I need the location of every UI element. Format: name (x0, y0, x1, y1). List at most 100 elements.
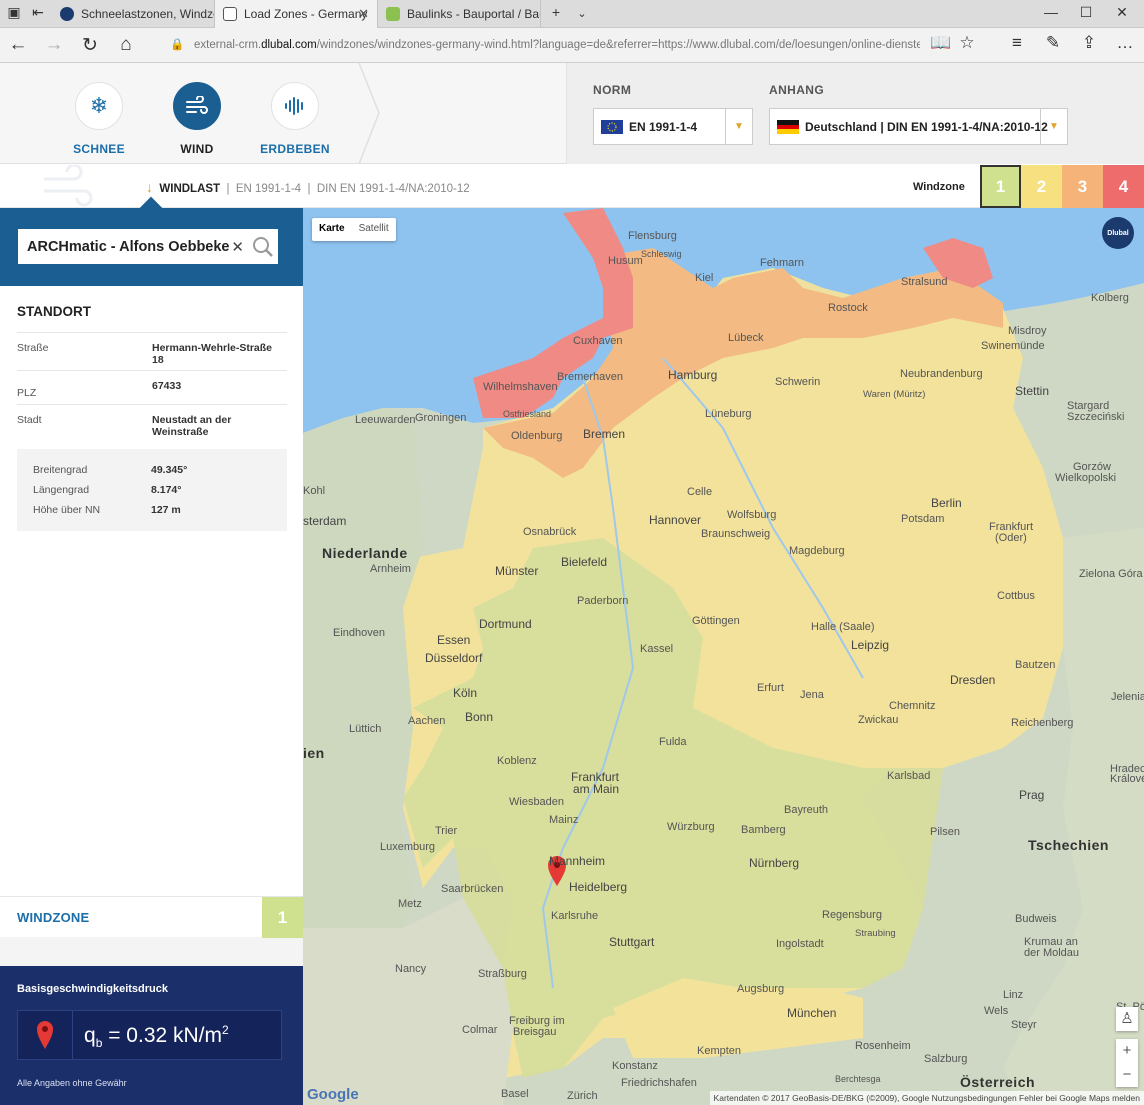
city-label: Chemnitz (889, 700, 936, 712)
dlubal-logo[interactable]: Dlubal (1102, 217, 1134, 249)
windzone-legend-label: Windzone (913, 181, 965, 193)
city-label: Zwickau (858, 714, 899, 726)
city-label: Schleswig (641, 249, 682, 259)
city-label: Kiel (695, 272, 714, 284)
city-label: Ingolstadt (776, 938, 824, 950)
city-label: Rosenheim (855, 1040, 911, 1052)
map-type-karte[interactable]: Karte (312, 218, 352, 241)
city-label: Basel (501, 1088, 529, 1100)
browser-tab[interactable]: Baulinks - Bauportal / Baum (378, 0, 541, 28)
unit-exponent: 2 (222, 1023, 229, 1037)
city-label: Konstanz (612, 1060, 658, 1072)
forward-icon[interactable]: → (42, 34, 66, 56)
elevation-row: Höhe über NN 127 m (33, 504, 181, 516)
window-close-icon[interactable]: ✕ (1112, 4, 1132, 21)
category-label: WIND (180, 142, 214, 156)
city-label: Wels (984, 1005, 1009, 1017)
browser-tab[interactable]: Schneelastzonen, Windzo (52, 0, 215, 28)
share-icon[interactable]: ⇪ (1078, 33, 1100, 53)
chevron-down-icon: ▼ (725, 109, 752, 144)
city-label: Dresden (950, 673, 996, 687)
hub-icon[interactable]: ≡ (1006, 33, 1028, 53)
address-bar: ← → ↻ ⌂ 🔒 external-crm.dlubal.com/windzo… (0, 28, 1144, 63)
city-label: Augsburg (737, 983, 785, 995)
minimize-icon[interactable]: — (1041, 4, 1061, 20)
city-label: Stadt (17, 414, 42, 426)
refresh-icon[interactable]: ↻ (78, 34, 102, 57)
base-pressure-box: qb = 0.32 kN/m2 (17, 1010, 282, 1060)
baulinks-favicon-icon (386, 7, 400, 21)
city-label: Halle (Saale) (811, 621, 875, 633)
category-wind[interactable]: WIND (157, 82, 237, 156)
city-label: der Moldau (1024, 947, 1080, 959)
back-icon[interactable]: ← (6, 34, 30, 56)
windzone-result: WINDZONE 1 (0, 896, 303, 938)
category-earthquake[interactable]: ERDBEBEN (255, 82, 335, 156)
tab-list-chevron-icon[interactable]: ⌄ (572, 7, 592, 20)
map-type-satellit[interactable]: Satellit (352, 218, 396, 241)
city-label: Bautzen (1015, 659, 1056, 671)
city-label: Breisgau (513, 1026, 557, 1038)
url-field[interactable]: 🔒 external-crm.dlubal.com/windzones/wind… (164, 34, 920, 56)
city-label: Ostfriesland (503, 409, 552, 419)
favorite-star-icon[interactable]: ☆ (956, 33, 978, 53)
city-label: Wolfsburg (727, 509, 777, 521)
city-label: Schwerin (775, 376, 821, 388)
city-label: Potsdam (901, 513, 945, 525)
city-label: Erfurt (757, 682, 784, 694)
city-label: Leeuwarden (355, 414, 416, 426)
tab-manager-icon[interactable]: ▣ (4, 4, 24, 21)
city-label: Neubrandenburg (900, 368, 983, 380)
street-view-pegman-icon[interactable]: ♙ (1116, 1007, 1138, 1031)
windload-header: ↓ WINDLAST | EN 1991-1-4 | DIN EN 1991-1… (0, 165, 1144, 208)
logo-text: Dlubal (1107, 229, 1129, 237)
wind-zone-map[interactable]: Karte Satellit Dlubal Flensburg Husum Sc… (303, 208, 1144, 1105)
google-logo[interactable]: Google (307, 1086, 359, 1103)
city-label: Metz (398, 898, 422, 910)
city-label: Bayreuth (784, 804, 829, 816)
home-icon[interactable]: ⌂ (114, 34, 138, 56)
browser-tab-active[interactable]: Load Zones - Germany ✕ (215, 0, 378, 28)
maximize-icon[interactable]: ☐ (1076, 4, 1096, 21)
city-label: Pilsen (930, 826, 960, 838)
city-label: Szczeciński (1067, 411, 1125, 423)
city-label: Králové (1110, 773, 1144, 785)
category-snow[interactable]: ❄ SCHNEE (59, 82, 139, 156)
web-note-icon[interactable]: ✎ (1042, 33, 1064, 53)
city-label: Stettin (1015, 384, 1050, 398)
windload-title: WINDLAST (159, 183, 221, 195)
zone-4-button[interactable]: 4 (1103, 165, 1144, 208)
city-label: Göttingen (692, 615, 740, 627)
city-label: Lüneburg (705, 408, 752, 420)
zone-3-button[interactable]: 3 (1062, 165, 1103, 208)
city-row: Stadt Neustadt an der Weinstraße (17, 404, 287, 444)
city-label: Flensburg (628, 230, 677, 242)
snowflake-icon: ❄ (75, 82, 123, 130)
search-icon[interactable] (252, 236, 274, 258)
set-aside-tabs-icon[interactable]: ⇤ (28, 4, 48, 21)
location-title: STANDORT (17, 304, 91, 319)
windload-annex: DIN EN 1991-1-4/NA:2010-12 (316, 183, 470, 195)
zone-2-button[interactable]: 2 (1021, 165, 1062, 208)
city-label: Osnabrück (523, 526, 577, 538)
city-label: Kolberg (1091, 292, 1129, 304)
clear-search-icon[interactable]: ✕ (231, 238, 244, 256)
elevation-label: Höhe über NN (33, 504, 101, 516)
new-tab-icon[interactable]: + (546, 4, 566, 20)
address-search-input[interactable]: ARCHmatic - Alfons Oebbeke ✕ (17, 228, 279, 265)
zoom-in-button[interactable]: + (1116, 1039, 1138, 1063)
url-domain: dlubal.com (261, 39, 317, 51)
norm-select[interactable]: EN 1991-1-4 ▼ (593, 108, 753, 145)
zoom-out-button[interactable]: − (1116, 1063, 1138, 1087)
category-label: SCHNEE (73, 142, 125, 156)
norm-value: EN 1991-1-4 (629, 119, 698, 134)
city-label: Straßburg (478, 968, 527, 980)
close-tab-icon[interactable]: ✕ (358, 6, 369, 22)
annex-select[interactable]: Deutschland | DIN EN 1991-1-4/NA:2010-12… (769, 108, 1068, 145)
base-pressure-value: qb = 0.32 kN/m2 (84, 1023, 229, 1050)
more-icon[interactable]: … (1114, 33, 1136, 53)
lock-icon: 🔒 (170, 39, 185, 51)
map-attribution[interactable]: Kartendaten © 2017 GeoBasis-DE/BKG (©200… (709, 1091, 1144, 1105)
zone-1-button[interactable]: 1 (980, 165, 1021, 208)
reading-view-icon[interactable]: 📖 (930, 33, 952, 53)
